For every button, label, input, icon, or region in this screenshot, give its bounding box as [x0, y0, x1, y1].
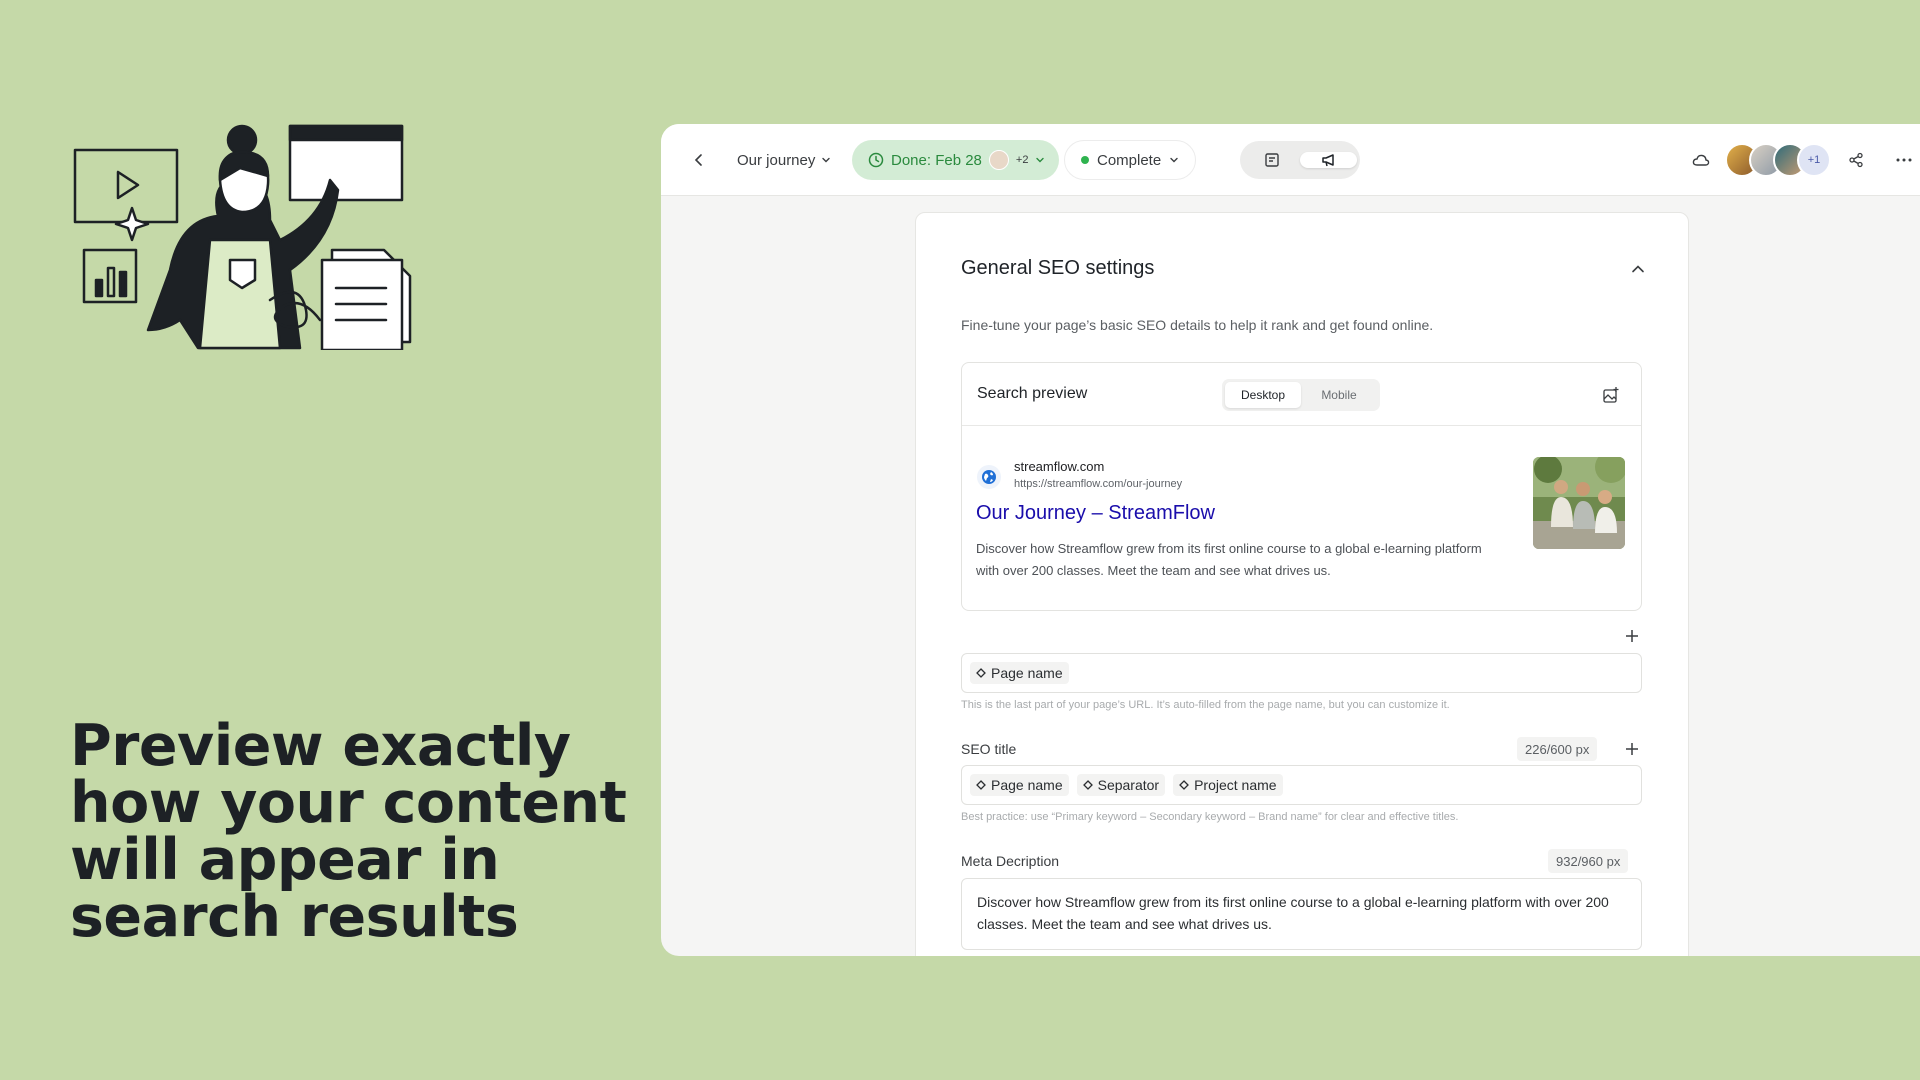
headline-line: how your content — [70, 770, 627, 836]
due-status-label: Done: Feb 28 — [891, 151, 982, 169]
megaphone-icon — [1321, 154, 1334, 167]
token-label: Page name — [991, 777, 1063, 793]
tab-desktop[interactable]: Desktop — [1225, 382, 1301, 408]
status-dot — [1081, 156, 1089, 164]
token-separator[interactable]: Separator — [1076, 774, 1166, 796]
token-project-name[interactable]: Project name — [1173, 774, 1283, 796]
seo-title-counter: 226/600 px — [1517, 737, 1598, 761]
add-slug-token-button[interactable] — [1622, 626, 1642, 646]
assignee-extra-count: +2 — [1015, 154, 1029, 166]
chevron-up-icon — [1632, 265, 1644, 273]
favicon — [977, 465, 1001, 489]
meta-description-label: Meta Decription — [961, 853, 1060, 869]
more-options-button[interactable] — [1894, 150, 1914, 170]
slug-hint: This is the last part of your page’s URL… — [961, 699, 1450, 711]
top-toolbar: Our journey Done: Feb 28 +2 Complete +1 — [661, 124, 1920, 196]
chevron-down-icon — [822, 157, 831, 163]
token-label: Project name — [1194, 777, 1277, 793]
back-icon — [694, 154, 702, 166]
result-thumbnail — [1533, 457, 1625, 549]
headline-line: Preview exactly — [70, 713, 571, 779]
team-photo — [1533, 457, 1625, 549]
result-site-name: streamflow.com — [1014, 459, 1105, 474]
result-title-link[interactable]: Our Journey – StreamFlow — [976, 502, 1215, 525]
diamond-icon — [1179, 780, 1190, 790]
section-description: Fine-tune your page’s basic SEO details … — [961, 317, 1434, 333]
headline-line: search results — [70, 884, 519, 950]
chevron-down-icon — [1170, 157, 1178, 163]
headline-line: will appear in — [70, 827, 500, 893]
diamond-icon — [976, 780, 986, 790]
workflow-status-label: Complete — [1097, 151, 1162, 169]
seo-mode-button[interactable] — [1300, 152, 1357, 168]
token-page-name[interactable]: Page name — [970, 774, 1069, 796]
more-icon — [1896, 158, 1912, 162]
add-image-button[interactable] — [1601, 385, 1621, 405]
share-icon — [1849, 152, 1863, 168]
marketing-headline: Preview exactly how your content will ap… — [70, 718, 630, 946]
app-window: Our journey Done: Feb 28 +2 Complete +1 … — [661, 124, 1920, 956]
page-selector-label: Our journey — [737, 151, 816, 169]
section-title: General SEO settings — [961, 257, 1155, 279]
search-preview-panel: Search preview Desktop Mobile streamflow… — [961, 362, 1642, 611]
clock-icon — [868, 152, 884, 168]
due-status-pill[interactable]: Done: Feb 28 +2 — [852, 140, 1060, 180]
result-site-url: https://streamflow.com/our-journey — [1014, 478, 1183, 490]
document-icon — [1264, 153, 1279, 167]
workflow-status-select[interactable]: Complete — [1064, 140, 1197, 180]
search-preview-title: Search preview — [977, 385, 1088, 402]
token-label: Page name — [991, 665, 1063, 681]
meta-description-input[interactable]: Discover how Streamflow grew from its fi… — [961, 878, 1642, 950]
page-selector[interactable]: Our journey — [737, 150, 831, 170]
collaborator-avatars[interactable]: +1 — [1725, 143, 1831, 177]
token-label: Separator — [1097, 777, 1160, 793]
assignee-avatar — [988, 150, 1009, 170]
hero-illustration — [73, 124, 412, 350]
content-mode-button[interactable] — [1243, 152, 1300, 168]
seo-title-hint: Best practice: use “Primary keyword – Se… — [961, 811, 1459, 823]
diamond-icon — [976, 668, 986, 678]
result-description: Discover how Streamflow grew from its fi… — [976, 541, 1482, 578]
tab-mobile[interactable]: Mobile — [1301, 382, 1377, 408]
meta-description-counter: 932/960 px — [1548, 849, 1629, 873]
view-mode-toggle — [1240, 141, 1360, 179]
seo-settings-card: General SEO settings Fine-tune your page… — [915, 212, 1689, 956]
url-slug-field[interactable]: Page name — [961, 653, 1642, 693]
share-button[interactable] — [1846, 150, 1866, 170]
seo-title-label: SEO title — [961, 741, 1017, 757]
token-page-name[interactable]: Page name — [970, 662, 1069, 684]
chevron-down-icon — [1036, 157, 1045, 163]
cloud-icon — [1692, 154, 1710, 166]
add-title-token-button[interactable] — [1622, 739, 1642, 759]
plus-icon — [1626, 630, 1638, 642]
device-toggle: Desktop Mobile — [1222, 379, 1380, 411]
diamond-icon — [1082, 780, 1093, 790]
avatar-extra-count: +1 — [1797, 143, 1831, 177]
plus-icon — [1626, 743, 1638, 755]
search-preview-header: Search preview Desktop Mobile — [962, 363, 1641, 426]
sync-button[interactable] — [1691, 150, 1711, 170]
globe-icon — [982, 470, 996, 484]
collapse-section-button[interactable] — [1626, 257, 1650, 281]
add-image-icon — [1603, 387, 1619, 403]
seo-title-field[interactable]: Page name Separator Project name — [961, 765, 1642, 805]
back-button[interactable] — [689, 150, 709, 170]
